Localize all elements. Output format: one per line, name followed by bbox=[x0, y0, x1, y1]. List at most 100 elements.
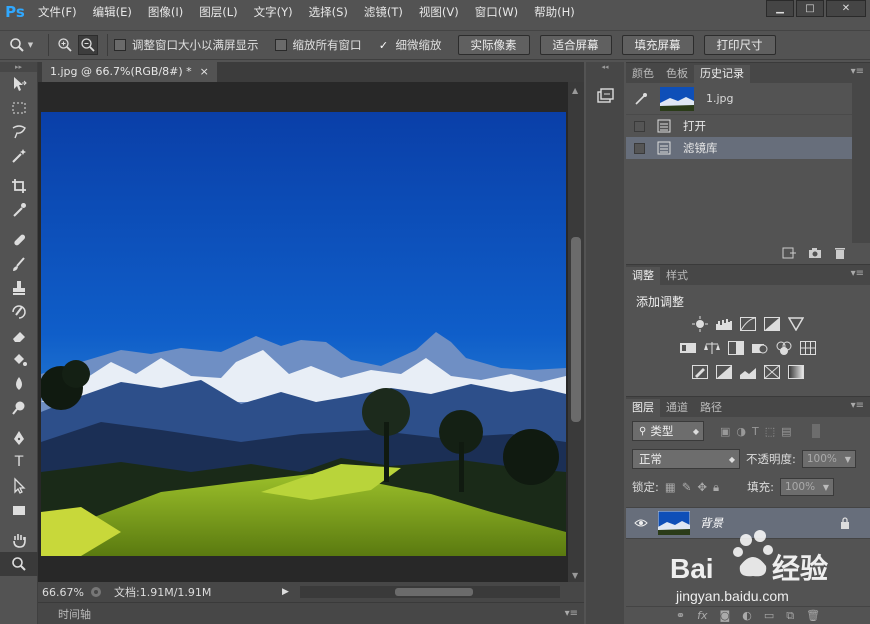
actual-pixels-button[interactable]: 实际像素 bbox=[457, 35, 530, 55]
menu-help[interactable]: 帮助(H) bbox=[526, 0, 583, 24]
mask-icon[interactable]: ◙ bbox=[720, 609, 731, 622]
panel-menu-icon[interactable]: ▾≡ bbox=[851, 400, 864, 411]
new-layer-icon[interactable]: ⧉ bbox=[786, 609, 794, 623]
tab-adjustments[interactable]: 调整 bbox=[626, 267, 660, 285]
path-selection-tool[interactable] bbox=[0, 474, 38, 498]
pen-tool[interactable] bbox=[0, 426, 38, 450]
panel-menu-icon[interactable]: ▾≡ bbox=[851, 268, 864, 279]
tab-color[interactable]: 颜色 bbox=[626, 65, 660, 83]
filter-adjustment-icon[interactable]: ◑ bbox=[736, 425, 746, 438]
hue-saturation-icon[interactable] bbox=[679, 340, 697, 356]
minimize-button[interactable]: ▁ bbox=[766, 0, 794, 17]
close-tab-icon[interactable]: × bbox=[200, 62, 209, 82]
timeline-label[interactable]: 时间轴 bbox=[58, 606, 91, 622]
restore-button[interactable]: □ bbox=[796, 0, 824, 17]
canvas-image[interactable] bbox=[41, 112, 566, 556]
zoom-level[interactable]: 66.67% bbox=[38, 586, 88, 599]
gradient-map-icon[interactable] bbox=[787, 364, 805, 380]
history-brush-tool[interactable] bbox=[0, 300, 38, 324]
hand-tool[interactable] bbox=[0, 528, 38, 552]
filter-toggle[interactable] bbox=[811, 424, 820, 438]
black-white-icon[interactable] bbox=[727, 340, 745, 356]
trash-icon[interactable]: 🗑︎ bbox=[806, 609, 820, 622]
menu-window[interactable]: 窗口(W) bbox=[467, 0, 526, 24]
scrubby-zoom-checkbox[interactable]: ✓ bbox=[377, 39, 390, 51]
panel-menu-icon[interactable]: ▾≡ bbox=[851, 66, 864, 77]
share-icon[interactable] bbox=[88, 585, 104, 599]
photo-filter-icon[interactable] bbox=[751, 340, 769, 356]
exposure-icon[interactable] bbox=[763, 316, 781, 332]
zoom-out-button[interactable] bbox=[78, 35, 98, 55]
selective-color-icon[interactable] bbox=[763, 364, 781, 380]
zoom-tool[interactable] bbox=[0, 552, 38, 576]
history-panel-button[interactable] bbox=[590, 84, 620, 110]
scroll-thumb[interactable] bbox=[395, 588, 473, 596]
close-button[interactable]: ✕ bbox=[826, 0, 866, 17]
move-tool[interactable] bbox=[0, 72, 38, 96]
color-lookup-icon[interactable] bbox=[799, 340, 817, 356]
layer-name[interactable]: 背景 bbox=[700, 515, 830, 531]
panel-scrollbar[interactable] bbox=[852, 83, 870, 243]
resize-windows-checkbox[interactable] bbox=[114, 39, 126, 51]
panel-menu-icon[interactable]: ▾≡ bbox=[565, 608, 578, 619]
paint-bucket-tool[interactable] bbox=[0, 348, 38, 372]
collapse-icon[interactable]: ◂◂ bbox=[586, 62, 624, 72]
menu-filter[interactable]: 滤镜(T) bbox=[356, 0, 411, 24]
history-snapshot[interactable]: 1.jpg bbox=[626, 83, 870, 115]
document-tab[interactable]: 1.jpg @ 66.7%(RGB/8#) * × bbox=[42, 62, 217, 82]
crop-tool[interactable] bbox=[0, 174, 38, 198]
eye-icon[interactable] bbox=[634, 518, 648, 528]
fit-screen-button[interactable]: 适合屏幕 bbox=[539, 35, 612, 55]
lock-position-icon[interactable]: ✥ bbox=[697, 480, 707, 494]
fill-field[interactable]: 100% ▼ bbox=[780, 478, 835, 496]
scrubby-zoom-option[interactable]: ✓ 细微缩放 bbox=[377, 37, 442, 53]
history-brush-source-icon[interactable] bbox=[634, 92, 648, 106]
adjustment-layer-icon[interactable]: ◐ bbox=[742, 609, 752, 622]
blend-mode-dropdown[interactable]: 正常 ◆ bbox=[632, 449, 740, 469]
menu-view[interactable]: 视图(V) bbox=[411, 0, 467, 24]
lasso-tool[interactable] bbox=[0, 120, 38, 144]
fx-icon[interactable]: fx bbox=[697, 609, 707, 622]
menu-layer[interactable]: 图层(L) bbox=[191, 0, 245, 24]
tab-layers[interactable]: 图层 bbox=[626, 399, 660, 417]
marquee-tool[interactable] bbox=[0, 96, 38, 120]
healing-tool[interactable] bbox=[0, 228, 38, 252]
history-item[interactable]: 打开 bbox=[626, 115, 870, 137]
lock-transparent-icon[interactable]: ▦ bbox=[665, 480, 676, 494]
filter-shape-icon[interactable]: ⬚ bbox=[765, 425, 775, 438]
folder-icon[interactable]: ▭ bbox=[764, 609, 774, 622]
collapse-icon[interactable]: ▸▸ bbox=[0, 62, 37, 72]
vibrance-icon[interactable] bbox=[787, 316, 805, 332]
horizontal-scrollbar[interactable] bbox=[300, 586, 560, 598]
menu-edit[interactable]: 编辑(E) bbox=[85, 0, 140, 24]
filter-pixel-icon[interactable]: ▣ bbox=[720, 425, 730, 438]
link-icon[interactable]: ⚭ bbox=[676, 609, 685, 622]
history-item[interactable]: 滤镜库 bbox=[626, 137, 870, 159]
tab-swatches[interactable]: 色板 bbox=[660, 65, 694, 83]
channel-mixer-icon[interactable] bbox=[775, 340, 793, 356]
tab-history[interactable]: 历史记录 bbox=[694, 65, 750, 83]
scroll-down-icon[interactable]: ▼ bbox=[572, 571, 578, 580]
menu-select[interactable]: 选择(S) bbox=[301, 0, 356, 24]
filter-type-icon[interactable]: T bbox=[752, 425, 759, 438]
layer-row[interactable]: 背景 bbox=[626, 507, 870, 539]
vertical-scrollbar[interactable]: ▲ ▼ bbox=[568, 82, 584, 584]
lock-all-icon[interactable]: 🔒︎ bbox=[713, 480, 719, 495]
scroll-thumb[interactable] bbox=[571, 237, 581, 422]
zoom-all-checkbox[interactable] bbox=[274, 39, 287, 51]
dodge-tool[interactable] bbox=[0, 396, 38, 420]
brightness-contrast-icon[interactable] bbox=[691, 316, 709, 332]
levels-icon[interactable] bbox=[715, 316, 733, 332]
layer-filter-dropdown[interactable]: ⚲ 类型 ◆ bbox=[632, 421, 704, 441]
magic-wand-tool[interactable] bbox=[0, 144, 38, 168]
tool-preset-picker[interactable]: ▼ bbox=[0, 37, 42, 53]
fill-screen-button[interactable]: 填充屏幕 bbox=[621, 35, 694, 55]
menu-image[interactable]: 图像(I) bbox=[140, 0, 191, 24]
history-brush-checkbox[interactable] bbox=[634, 142, 645, 154]
zoom-in-button[interactable] bbox=[55, 35, 75, 55]
curves-icon[interactable] bbox=[739, 316, 757, 332]
new-document-from-state-icon[interactable] bbox=[782, 247, 796, 259]
posterize-icon[interactable] bbox=[715, 364, 733, 380]
resize-windows-option[interactable]: 调整窗口大小以满屏显示 bbox=[114, 37, 259, 53]
status-menu-icon[interactable]: ▶ bbox=[282, 587, 289, 597]
